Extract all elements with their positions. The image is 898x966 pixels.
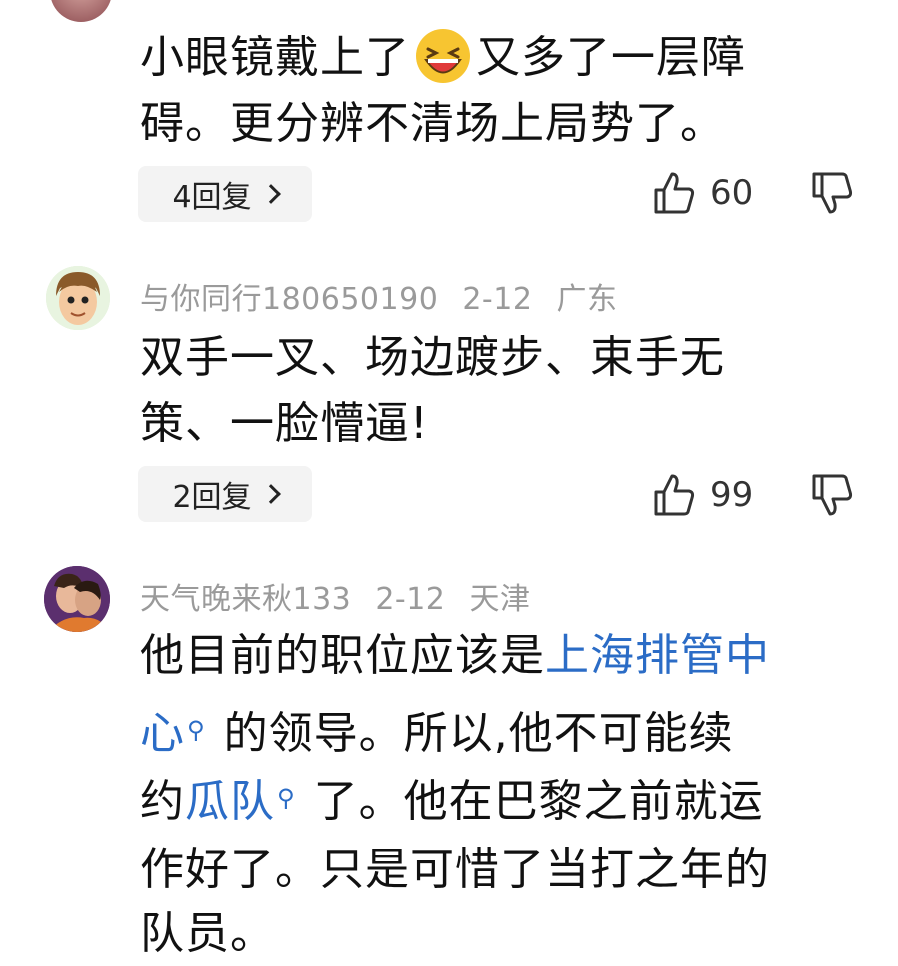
comment-location: 广东	[556, 282, 618, 317]
thumbs-up-icon	[652, 472, 696, 518]
comment3-text-line4: 作好了。只是可惜了当打之年的	[140, 844, 770, 895]
comment-date: 2-12	[462, 282, 533, 317]
cartoon-face-icon	[46, 266, 110, 330]
thumbs-down-icon[interactable]	[810, 170, 854, 216]
thumbs-up-icon	[652, 170, 696, 216]
comment3-meta: 天气晚来秋133 2-12 天津	[140, 574, 530, 618]
comment2-like-button[interactable]: 99	[652, 472, 753, 518]
comment2-text-line2: 策、一脸懵逼!	[140, 398, 429, 449]
avatar-user2[interactable]	[46, 266, 110, 330]
comment3-text-line5: 队员。	[140, 908, 275, 959]
search-link-shanghai-volleyball[interactable]: 上海排管中	[545, 630, 770, 681]
comment1-text-line2: 碍。更分辨不清场上局势了。	[140, 98, 725, 149]
reply-count-label: 2回复	[172, 480, 252, 515]
comment3-text-line2: 心⚲ 的领导。所以,他不可能续	[140, 702, 734, 766]
comment2-reply-button[interactable]: 2回复	[138, 466, 312, 522]
avatar-previous[interactable]	[50, 0, 112, 22]
reply-count-label: 4回复	[172, 180, 252, 215]
comment-location: 天津	[469, 582, 531, 617]
like-count: 60	[710, 173, 754, 213]
comment-date: 2-12	[375, 582, 446, 617]
like-count: 99	[710, 475, 754, 515]
username[interactable]: 天气晚来秋133	[140, 582, 351, 617]
comment1-text-line1: 小眼镜戴上了 又多了一层障	[140, 26, 746, 90]
profile-photo-icon	[44, 566, 110, 632]
comment3-text-line1: 他目前的职位应该是上海排管中	[140, 630, 770, 681]
chevron-right-icon	[260, 484, 281, 504]
username[interactable]: 与你同行180650190	[140, 282, 438, 317]
search-link-team[interactable]: 瓜队	[185, 776, 275, 827]
grinning-squint-emoji-icon	[414, 27, 472, 85]
comment1-reply-button[interactable]: 4回复	[138, 166, 312, 222]
chevron-right-icon	[260, 184, 281, 204]
comment3-text-line3: 约瓜队⚲ 了。他在巴黎之前就运	[140, 770, 764, 834]
avatar-user3[interactable]	[44, 566, 110, 632]
search-icon[interactable]: ⚲	[277, 766, 296, 830]
comment2-meta: 与你同行180650190 2-12 广东	[140, 274, 617, 318]
comment2-text-line1: 双手一叉、场边踱步、束手无	[140, 332, 725, 383]
comment1-like-button[interactable]: 60	[652, 170, 753, 216]
search-link-shanghai-volleyball-end[interactable]: 心	[140, 708, 185, 759]
search-icon[interactable]: ⚲	[187, 698, 206, 762]
thumbs-down-icon[interactable]	[810, 472, 854, 518]
